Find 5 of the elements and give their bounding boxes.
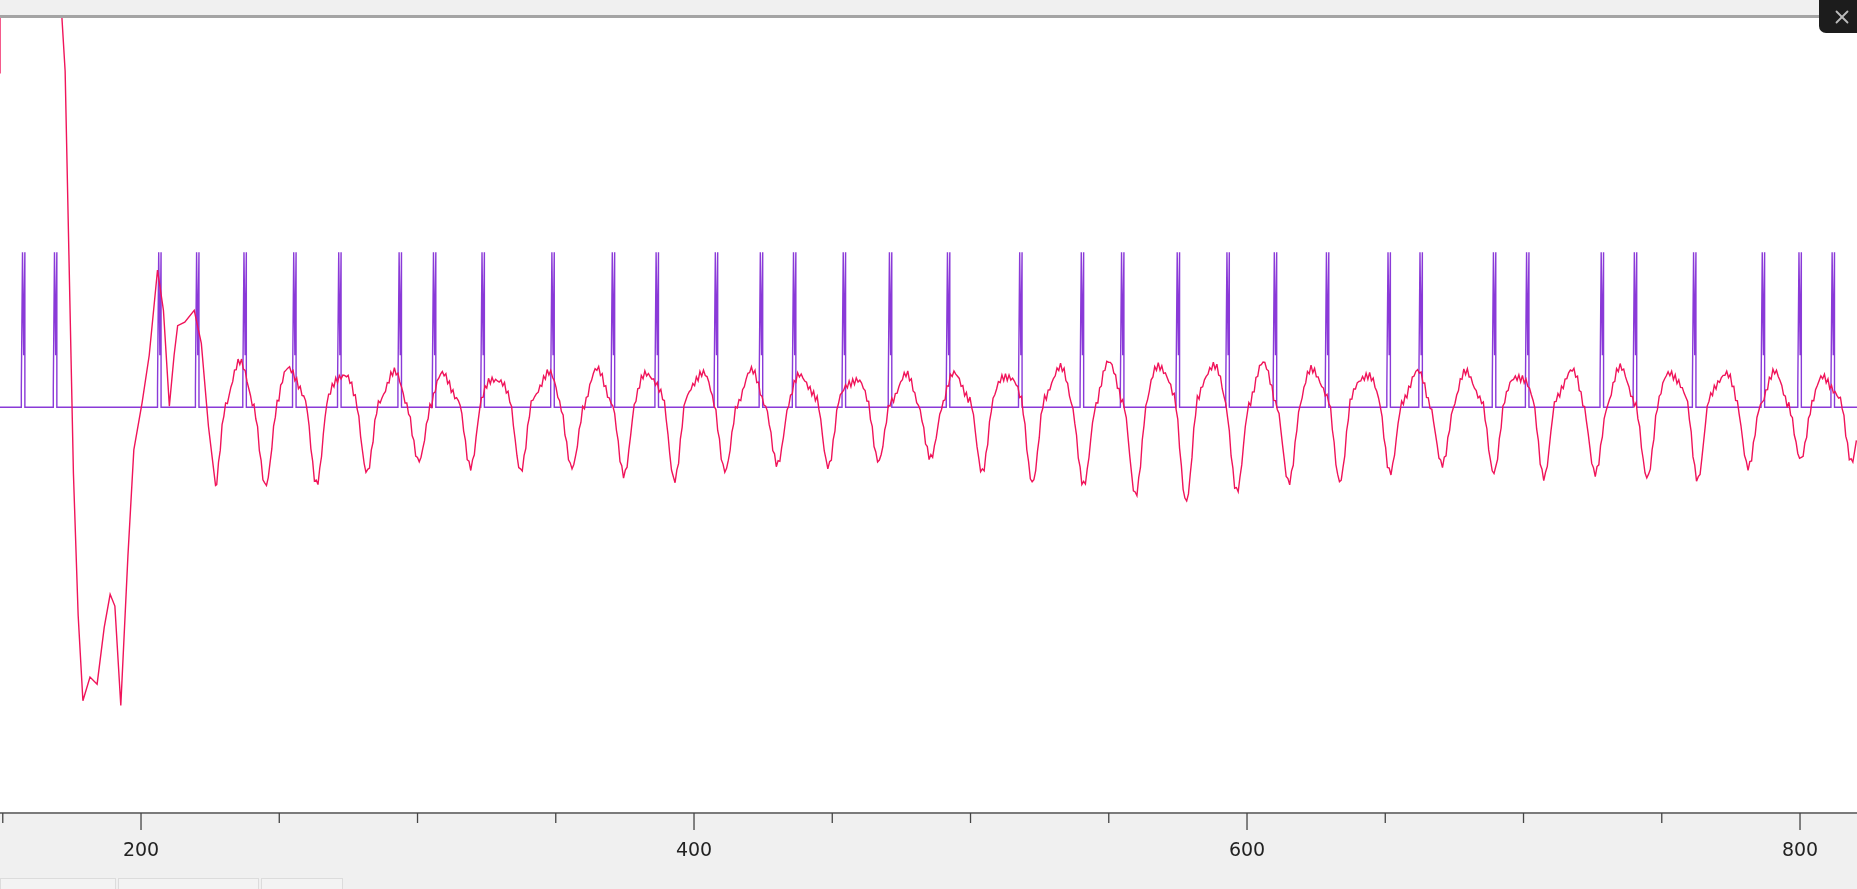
close-button[interactable] xyxy=(1819,0,1857,33)
axis-tick-label: 400 xyxy=(675,838,713,860)
axis-tick-label: 200 xyxy=(122,838,160,860)
axis-tick-label: 800 xyxy=(1781,838,1819,860)
axis-tick-label: 600 xyxy=(1228,838,1266,860)
